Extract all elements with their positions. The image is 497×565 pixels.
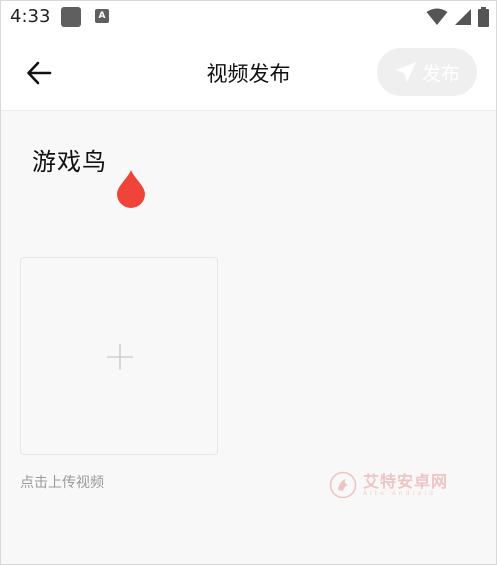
send-icon	[395, 62, 416, 82]
battery-icon	[478, 7, 489, 27]
watermark: 艾特安卓网 Aite Android	[329, 471, 448, 499]
publish-label: 发布	[421, 62, 460, 85]
font-app-icon: A	[95, 9, 109, 23]
brand-logo: 游戏鸟	[32, 142, 145, 208]
watermark-text-group: 艾特安卓网 Aite Android	[363, 471, 449, 497]
upload-hint: 点击上传视频	[20, 475, 104, 491]
status-time: 4:33	[10, 6, 51, 27]
app-bar: 视频发布 发布	[0, 34, 497, 111]
status-icons	[426, 6, 489, 28]
upload-video-box[interactable]	[20, 257, 218, 455]
publish-button[interactable]: 发布	[377, 48, 477, 96]
watermark-logo-icon	[329, 471, 357, 499]
wifi-icon	[426, 8, 448, 25]
status-bar: 4:33 A	[0, 0, 497, 34]
drop-icon	[117, 170, 145, 208]
brand-name: 游戏鸟	[32, 148, 107, 176]
plus-icon	[107, 344, 133, 370]
signal-icon	[455, 9, 471, 25]
app-notification-icon	[61, 7, 81, 27]
watermark-text: 艾特安卓网	[363, 471, 449, 491]
watermark-subtext: Aite Android	[363, 489, 436, 497]
